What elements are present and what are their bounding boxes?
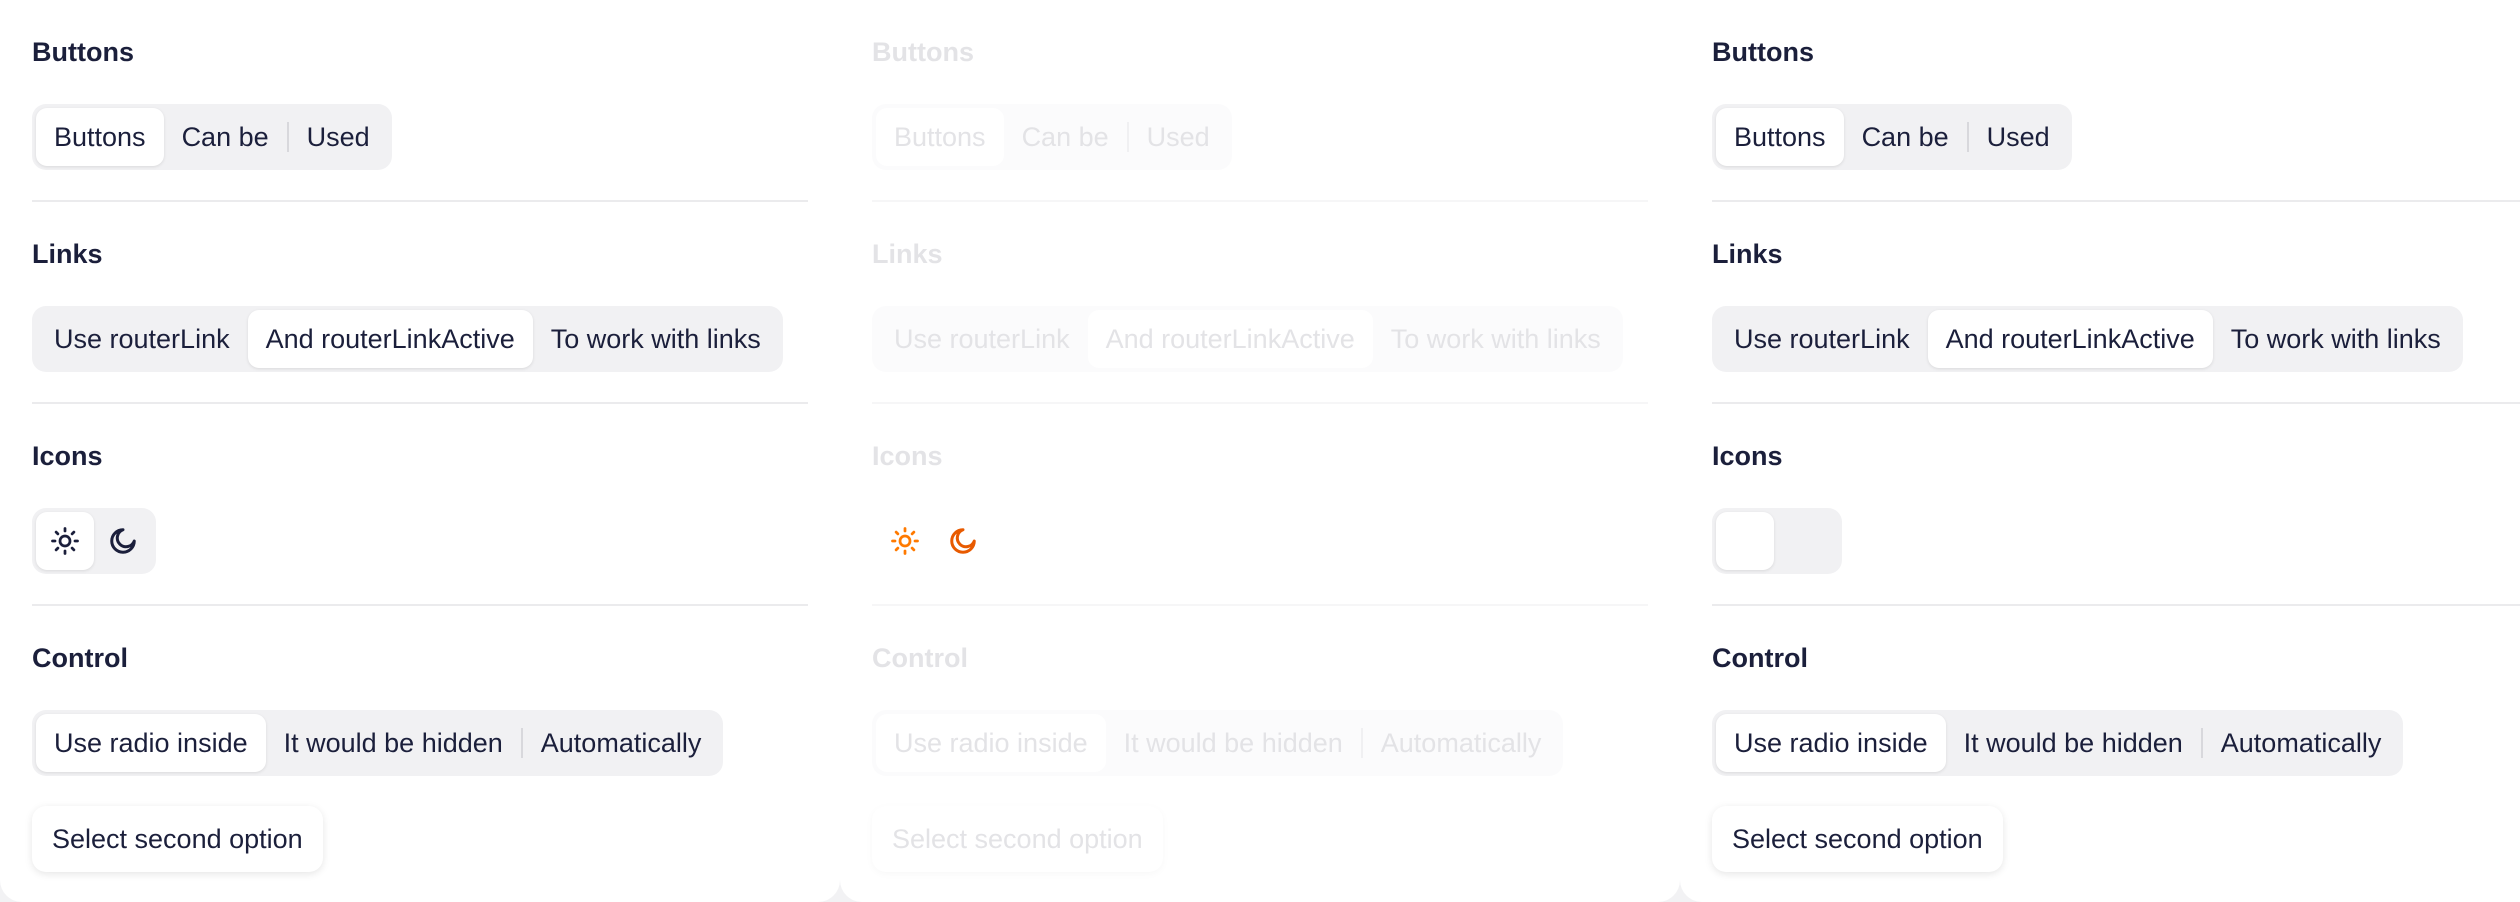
section-title-buttons: Buttons xyxy=(1712,37,1814,67)
moon-button[interactable] xyxy=(94,512,152,570)
section-title-control: Control xyxy=(1712,643,1808,673)
section-title-links: Links xyxy=(1712,239,1783,269)
segment-buttons[interactable]: Buttons xyxy=(36,108,164,166)
sun-icon xyxy=(891,527,919,555)
radio-automatically[interactable]: Automatically xyxy=(523,714,720,772)
segmented-links-disabled: Use routerLink And routerLinkActive To w… xyxy=(872,306,1623,372)
segment-used[interactable]: Used xyxy=(1969,108,2068,166)
link-to-work-with-links[interactable]: To work with links xyxy=(2213,310,2459,368)
moon-icon xyxy=(950,528,976,554)
divider xyxy=(872,402,1648,404)
panel-default: Buttons Buttons Can be Used Links Use ro… xyxy=(0,0,840,902)
segmented-icons xyxy=(32,508,156,574)
section-title-icons: Icons xyxy=(32,441,103,471)
section-title-control: Control xyxy=(32,643,128,673)
radio-it-would-be-hidden[interactable]: It would be hidden xyxy=(1946,714,2201,772)
radio-use-radio-inside[interactable]: Use radio inside xyxy=(36,714,266,772)
segment-buttons: Buttons xyxy=(876,108,1004,166)
section-title-icons: Icons xyxy=(872,441,943,471)
segmented-buttons: Buttons Can be Used xyxy=(32,104,392,170)
radio-automatically: Automatically xyxy=(1380,727,1542,758)
divider xyxy=(1712,402,2520,404)
stage: Buttons Buttons Can be Used Links Use ro… xyxy=(0,0,2520,902)
segment-can-be[interactable]: Can be xyxy=(1844,108,1967,166)
toggle-knob xyxy=(1716,512,1774,570)
divider xyxy=(1712,604,2520,606)
moon-button xyxy=(934,512,992,570)
divider xyxy=(32,200,808,202)
link-and-routerlinkactive[interactable]: And routerLinkActive xyxy=(247,310,533,368)
link-and-routerlinkactive[interactable]: And routerLinkActive xyxy=(1927,310,2213,368)
icon-toggle-switch[interactable] xyxy=(1712,508,1842,574)
moon-icon xyxy=(110,528,136,554)
segmented-links: Use routerLink And routerLinkActive To w… xyxy=(1712,306,2463,372)
link-use-routerlink[interactable]: Use routerLink xyxy=(1716,310,1928,368)
section-title-icons: Icons xyxy=(1712,441,1783,471)
link-and-routerlinkactive: And routerLinkActive xyxy=(1087,310,1373,368)
radio-use-radio-inside: Use radio inside xyxy=(876,714,1106,772)
radio-use-radio-inside[interactable]: Use radio inside xyxy=(1716,714,1946,772)
section-title-links: Links xyxy=(872,239,943,269)
segmented-links: Use routerLink And routerLinkActive To w… xyxy=(32,306,783,372)
link-to-work-with-links[interactable]: To work with links xyxy=(533,310,779,368)
select-second-option-button[interactable]: Select second option xyxy=(32,806,323,872)
divider xyxy=(872,604,1648,606)
segment-can-be[interactable]: Can be xyxy=(164,108,287,166)
segmented-buttons-disabled: Buttons Can be Used xyxy=(872,104,1232,170)
segmented-buttons: Buttons Can be Used xyxy=(1712,104,2072,170)
link-use-routerlink[interactable]: Use routerLink xyxy=(36,310,248,368)
sun-button xyxy=(876,512,934,570)
section-title-buttons: Buttons xyxy=(872,37,974,67)
section-title-buttons: Buttons xyxy=(32,37,134,67)
segment-can-be: Can be xyxy=(1021,121,1109,152)
select-second-option-button: Select second option xyxy=(872,806,1163,872)
link-use-routerlink: Use routerLink xyxy=(894,323,1070,354)
select-second-option-button[interactable]: Select second option xyxy=(1712,806,2003,872)
radio-automatically[interactable]: Automatically xyxy=(2203,714,2400,772)
segment-buttons[interactable]: Buttons xyxy=(1716,108,1844,166)
radio-it-would-be-hidden[interactable]: It would be hidden xyxy=(266,714,521,772)
section-title-links: Links xyxy=(32,239,103,269)
sun-icon xyxy=(51,527,79,555)
segmented-control: Use radio inside It would be hidden Auto… xyxy=(1712,710,2404,776)
divider xyxy=(872,200,1648,202)
segmented-control-disabled: Use radio inside It would be hidden Auto… xyxy=(872,710,1564,776)
segment-used: Used xyxy=(1146,121,1210,152)
divider xyxy=(32,402,808,404)
segmented-control: Use radio inside It would be hidden Auto… xyxy=(32,710,724,776)
radio-it-would-be-hidden: It would be hidden xyxy=(1123,727,1343,758)
section-title-control: Control xyxy=(872,643,968,673)
divider xyxy=(1712,200,2520,202)
panel-toggle: Buttons Buttons Can be Used Links Use ro… xyxy=(1680,0,2520,902)
divider xyxy=(32,604,808,606)
segmented-icons-disabled xyxy=(872,508,996,574)
segment-used[interactable]: Used xyxy=(289,108,388,166)
panel-disabled: Buttons Buttons Can be Used Links Use ro… xyxy=(840,0,1680,902)
link-to-work-with-links: To work with links xyxy=(1390,323,1601,354)
sun-button[interactable] xyxy=(36,512,94,570)
